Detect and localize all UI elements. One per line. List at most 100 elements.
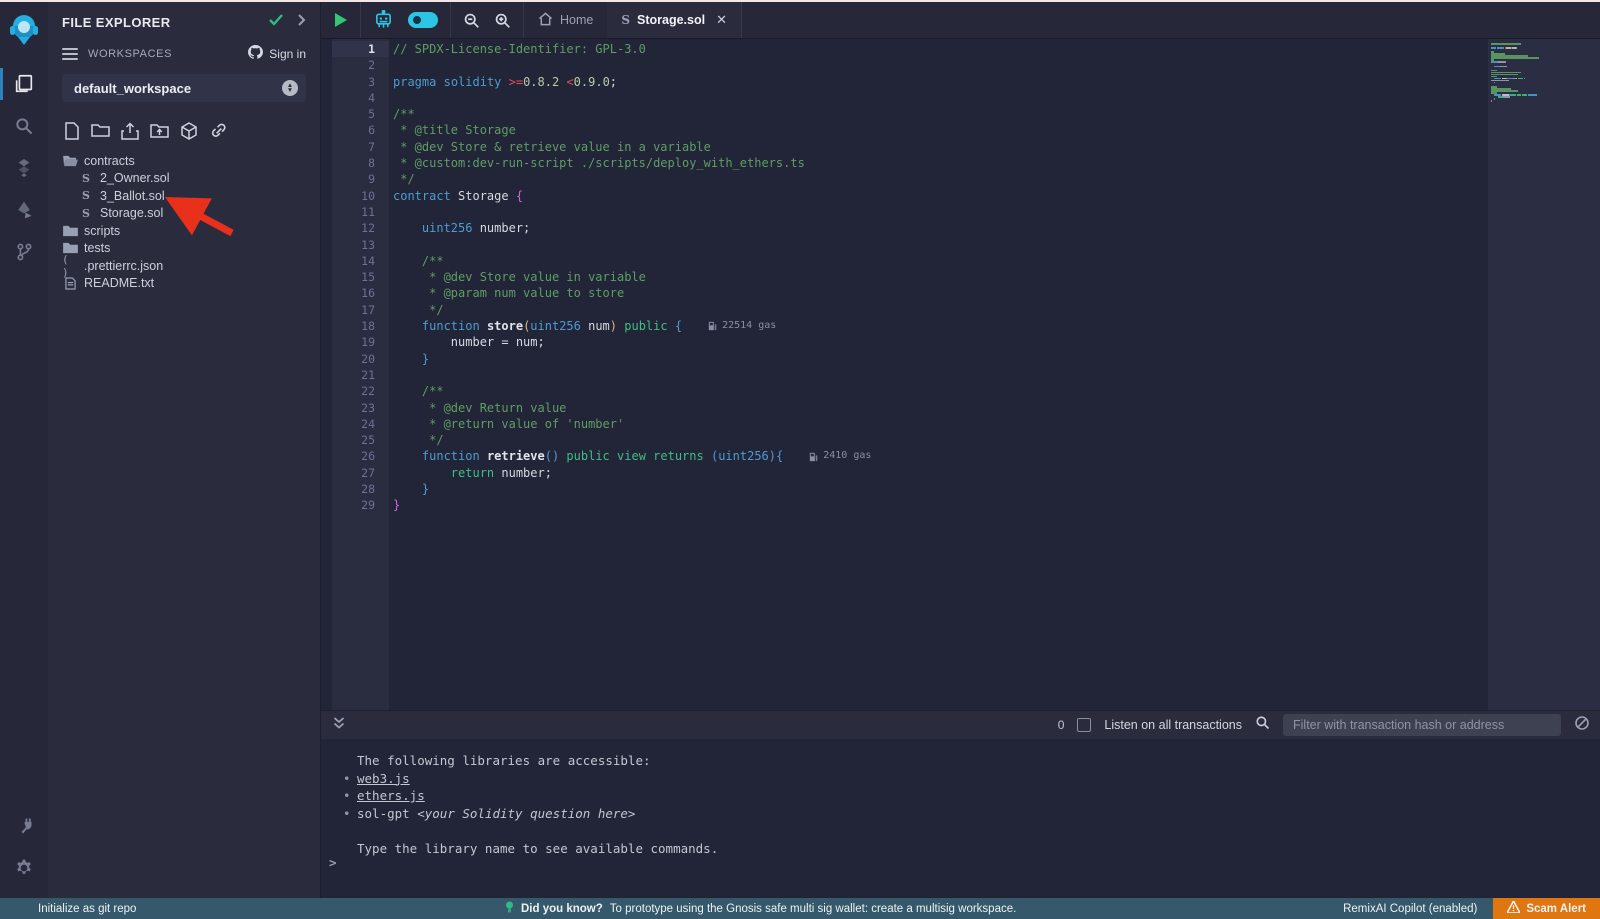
code-line-27: return number; [393,465,1488,481]
code-line-11 [393,204,1488,220]
git-icon[interactable] [0,232,48,272]
line-number: 25 [332,432,389,448]
text-file-icon [62,277,78,290]
upload-file-icon[interactable] [121,122,139,140]
solidity-file-icon: S [78,172,94,185]
init-git-repo-button[interactable]: Initialize as git repo [0,903,136,915]
zoom-out-icon[interactable] [463,12,480,29]
line-number: 6 [332,122,389,138]
run-script-button[interactable] [333,12,348,28]
code-line-16: * @param num value to store [393,285,1488,301]
code-line-12: uint256 number; [393,220,1488,236]
file-explorer-icon[interactable] [0,64,48,104]
remix-app: FILE EXPLORER WORKSPACES Sign in [0,2,1600,898]
code-line-8: * @custom:dev-run-script ./scripts/deplo… [393,155,1488,171]
terminal-link[interactable]: web3.js [357,771,410,786]
solidity-compiler-icon[interactable] [0,148,48,188]
code-line-22: /** [393,383,1488,399]
line-number: 2 [332,57,389,73]
tree-item-contracts[interactable]: contracts [48,152,320,170]
tree-item-label: .prettierrc.json [84,259,163,273]
ai-copilot-toggle[interactable] [408,12,438,28]
home-icon [538,12,553,29]
remix-logo-icon[interactable] [0,10,48,50]
deploy-and-run-icon[interactable] [0,190,48,230]
close-tab-icon[interactable]: ✕ [716,12,727,28]
copilot-status-label[interactable]: RemixAI Copilot (enabled) [1343,903,1477,915]
ipfs-box-icon[interactable] [180,122,198,140]
line-number: 3 [332,74,389,90]
line-number: 1 [332,41,389,57]
tree-item-scripts[interactable]: scripts [48,222,320,240]
code-line-24: * @return value of 'number' [393,416,1488,432]
terminal-output[interactable]: The following libraries are accessible: •… [321,739,1600,898]
scam-alert-button[interactable]: Scam Alert [1493,898,1600,919]
code-line-15: * @dev Store value in variable [393,269,1488,285]
workspaces-menu-icon[interactable] [62,48,78,60]
code-line-20: } [393,351,1488,367]
editor-toolbar: Home S Storage.sol ✕ [321,2,1600,39]
tree-item-2-owner-sol[interactable]: S2_Owner.sol [48,170,320,188]
code-content[interactable]: // SPDX-License-Identifier: GPL-3.0pragm… [389,39,1488,710]
terminal-search-icon [1255,715,1270,735]
line-number: 9 [332,171,389,187]
ai-copilot-robot-icon[interactable] [373,10,394,30]
collapse-panel-chevron-icon[interactable] [297,13,306,31]
terminal-line: The following libraries are accessible: [357,752,1600,770]
code-line-7: * @dev Store & retrieve value in a varia… [393,139,1488,155]
transaction-filter-input[interactable] [1283,714,1561,736]
tree-item-readme-txt[interactable]: README.txt [48,275,320,293]
code-line-21 [393,367,1488,383]
search-icon[interactable] [0,106,48,146]
listen-transactions-checkbox[interactable] [1077,718,1091,732]
line-number: 27 [332,465,389,481]
transaction-count-badge: 0 [1058,718,1065,732]
file-explorer-panel: FILE EXPLORER WORKSPACES Sign in [48,2,321,898]
tab-storage-sol[interactable]: S Storage.sol ✕ [607,2,742,38]
zoom-in-icon[interactable] [494,12,511,29]
line-number: 20 [332,351,389,367]
tree-item-tests[interactable]: tests [48,240,320,258]
line-number: 15 [332,269,389,285]
line-number-gutter: 1234567891011121314151617181920212223242… [332,39,389,710]
expand-terminal-icon[interactable] [333,716,345,735]
import-url-icon[interactable] [209,122,228,139]
workspaces-label: WORKSPACES [88,48,248,60]
workspace-select-caret-icon: ▲▼ [282,80,298,96]
code-line-18: function store(uint256 num) public {2251… [393,318,1488,334]
code-line-6: * @title Storage [393,122,1488,138]
tree-item-storage-sol[interactable]: SStorage.sol [48,205,320,223]
minimap[interactable] [1488,39,1600,710]
code-line-19: number = num; [393,334,1488,350]
github-sign-in-button[interactable]: Sign in [248,45,306,62]
settings-icon[interactable] [0,848,48,888]
line-number: 14 [332,253,389,269]
file-tree: contractsS2_Owner.solS3_Ballot.solSStora… [48,146,320,292]
gas-estimate-badge: 22514 gas [708,318,776,334]
plugin-manager-icon[interactable] [0,806,48,846]
new-file-icon[interactable] [64,122,80,140]
upload-folder-icon[interactable] [150,122,169,139]
terminal-link[interactable]: ethers.js [357,788,425,803]
clear-console-icon[interactable] [1574,715,1590,736]
code-line-26: function retrieve() public view returns … [393,448,1488,464]
tip-bold-label: Did you know? [521,903,603,915]
tab-home-label: Home [560,13,593,27]
code-line-2 [393,57,1488,73]
terminal-line: •sol-gpt <your Solidity question here> [357,805,1600,823]
json-file-icon: ( ) [62,253,78,279]
terminal-prompt: > [329,855,337,870]
line-number: 12 [332,220,389,236]
new-folder-icon[interactable] [91,122,110,138]
terminal-line: •ethers.js [357,787,1600,805]
line-number: 29 [332,497,389,513]
tree-item-3-ballot-sol[interactable]: S3_Ballot.sol [48,187,320,205]
terminal-line [357,822,1600,840]
workspace-select[interactable]: default_workspace ▲▼ [62,74,306,102]
gas-estimate-badge: 2410 gas [809,448,871,464]
code-editor[interactable]: 1234567891011121314151617181920212223242… [321,39,1600,710]
lightbulb-icon [505,901,514,917]
code-line-25: */ [393,432,1488,448]
tab-home[interactable]: Home [524,2,607,38]
tree-item--prettierrc-json[interactable]: ( ).prettierrc.json [48,257,320,275]
